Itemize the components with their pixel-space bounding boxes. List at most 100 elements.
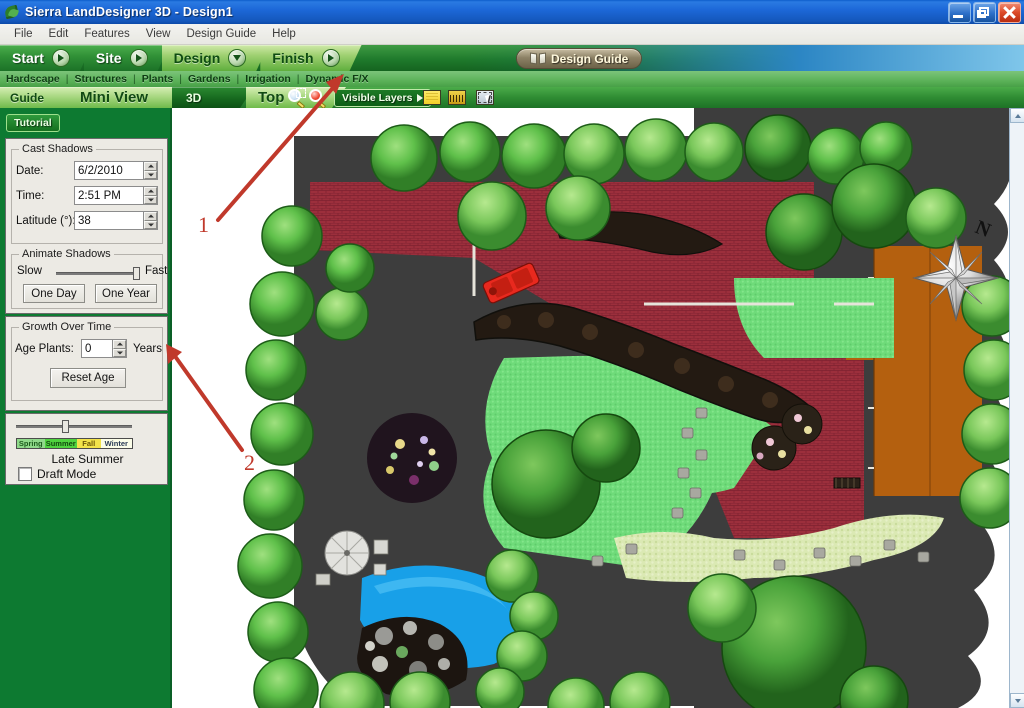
wizard-tab-site-label: Site [95,50,122,66]
ruler-icon[interactable] [448,90,466,105]
season-band-fall[interactable]: Fall [76,439,101,448]
season-panel: Spring Summer Fall Winter Late Summer Dr… [5,413,168,485]
navigation-strip: Start Site Design Finish Design Guide Ha… [0,45,1024,108]
magnifier-zoom-out-icon[interactable] [309,89,326,106]
age-plants-label: Age Plants: [15,342,74,355]
restore-button[interactable] [973,2,996,23]
magnifier-zoom-in-icon[interactable] [288,89,305,106]
time-input[interactable] [75,187,143,204]
notes-icon[interactable] [423,90,441,105]
subnav-item-plants[interactable]: Plants [142,73,174,85]
subnav-separator: | [236,73,240,85]
subnav-item-dynamic-fx[interactable]: Dynamic F/X [306,73,369,85]
tab-top-label: Top [258,89,285,106]
season-band-summer[interactable]: Summer [44,439,77,448]
menu-edit[interactable]: Edit [41,26,77,42]
draft-mode-label: Draft Mode [37,467,97,481]
wizard-tab-design-label: Design [173,50,221,66]
design-canvas[interactable]: N [174,108,1009,708]
age-plants-stepper[interactable] [81,339,127,358]
season-bar[interactable]: Spring Summer Fall Winter [16,438,133,449]
visible-layers-button[interactable]: Visible Layers [334,89,432,107]
season-thumb[interactable] [62,420,69,433]
date-spin-buttons[interactable] [143,162,157,179]
menu-help[interactable]: Help [264,26,304,42]
visible-layers-label: Visible Layers [342,92,413,104]
season-track[interactable] [16,425,132,428]
scroll-up-button[interactable] [1010,108,1024,123]
tab-mini-view[interactable]: Mini View [66,87,186,108]
age-plants-spin-buttons[interactable] [112,340,126,357]
wizard-tab-site[interactable]: Site [84,45,170,71]
menu-features[interactable]: Features [76,26,137,42]
wizard-tab-start[interactable]: Start [0,45,92,71]
play-icon[interactable] [130,49,148,67]
animate-shadows-title: Animate Shadows [19,248,114,260]
fast-label: Fast [145,265,168,277]
reset-age-button[interactable]: Reset Age [50,368,126,388]
latitude-input[interactable] [75,212,143,229]
season-band-spring[interactable]: Spring [17,439,45,448]
growth-over-time-title: Growth Over Time [19,321,115,333]
flower-bed [367,413,457,503]
subnav-separator: | [65,73,69,85]
application-window: Sierra LandDesigner 3D - Design1 File Ed… [0,0,1024,708]
years-label: Years [133,342,162,355]
tab-3d-label: 3D [186,90,202,105]
shadows-panel: Cast Shadows Date: Time: Latitude (°): [5,138,168,314]
slow-label: Slow [17,265,42,277]
date-stepper[interactable] [74,161,158,180]
menu-view[interactable]: View [138,26,179,42]
wizard-tab-design[interactable]: Design [162,45,269,71]
wizard-tab-finish-label: Finish [272,50,314,66]
time-spin-buttons[interactable] [143,187,157,204]
wizard-tab-start-label: Start [12,50,44,66]
play-icon[interactable] [52,49,70,67]
subnav-item-gardens[interactable]: Gardens [188,73,231,85]
minimize-button[interactable] [948,2,971,23]
design-guide-button[interactable]: Design Guide [516,48,643,69]
current-season-label: Late Summer [51,452,124,466]
time-stepper[interactable] [74,186,158,205]
draft-mode-checkbox[interactable] [18,467,32,481]
menu-bar: File Edit Features View Design Guide Hel… [0,24,1024,45]
scroll-down-button[interactable] [1010,693,1024,708]
one-year-button[interactable]: One Year [95,284,157,303]
tab-mini-view-label: Mini View [80,89,149,106]
leaf-icon [3,4,20,20]
wizard-tabs: Start Site Design Finish [0,45,354,71]
canvas-vertical-scrollbar[interactable] [1009,108,1024,708]
date-label: Date: [16,164,44,177]
menu-design-guide[interactable]: Design Guide [178,26,264,42]
latitude-stepper[interactable] [74,211,158,230]
subnav-item-hardscape[interactable]: Hardscape [6,73,60,85]
landscape-plan[interactable]: N [174,108,1009,708]
subnav-item-structures[interactable]: Structures [74,73,127,85]
bench [833,477,861,489]
tab-top-view[interactable]: Top [246,87,346,108]
tab-3d[interactable]: 3D [172,87,254,108]
sub-navigation: Hardscape | Structures | Plants | Garden… [0,71,1024,87]
subnav-item-irrigation[interactable]: Irrigation [245,73,291,85]
tutorial-button[interactable]: Tutorial [6,114,60,132]
date-row: Date: [16,161,161,180]
chevron-down-icon[interactable] [228,49,246,67]
latitude-spin-buttons[interactable] [143,212,157,229]
close-button[interactable] [998,2,1021,23]
draft-mode-row[interactable]: Draft Mode [18,467,96,481]
annotation-number-1: 1 [198,212,209,237]
wizard-tab-finish[interactable]: Finish [260,45,361,71]
menu-file[interactable]: File [6,26,41,42]
one-day-button[interactable]: One Day [23,284,85,303]
age-plants-input[interactable] [82,340,112,357]
play-icon[interactable] [322,49,340,67]
animate-speed-track[interactable] [56,272,140,275]
book-icon [530,53,546,64]
season-band-winter[interactable]: Winter [100,439,132,448]
time-row: Time: [16,186,161,205]
select-icon[interactable] [476,90,494,105]
subnav-separator: | [179,73,182,85]
tab-guide-label: Guide [10,90,45,105]
animate-speed-thumb[interactable] [133,267,140,280]
date-input[interactable] [75,162,143,179]
